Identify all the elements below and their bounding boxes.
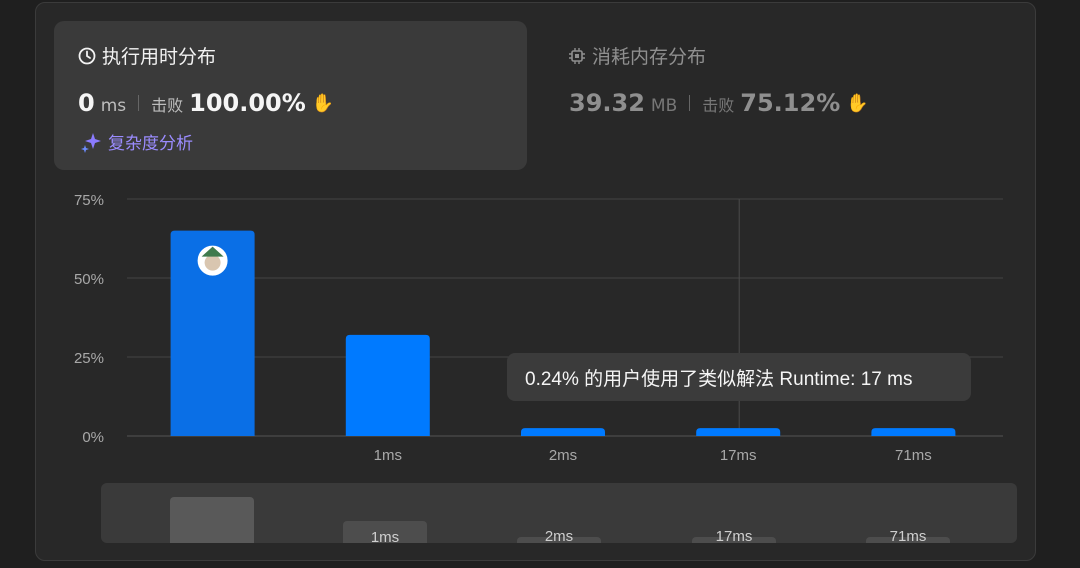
chart-bar <box>871 428 956 436</box>
x-tick-label: 1ms <box>374 447 402 464</box>
runtime-distribution-chart[interactable]: 75% 50% 25% 0% 1ms 2ms 17ms 71ms <box>0 0 1080 480</box>
navigator-label: 1ms <box>370 529 400 543</box>
x-tick-label: 2ms <box>549 447 577 464</box>
chart-tooltip: 0.24% 的用户使用了类似解法 Runtime: 17 ms <box>507 353 971 401</box>
x-tick-label: 71ms <box>895 447 932 464</box>
tooltip-text: 0.24% 的用户使用了类似解法 Runtime: 17 ms <box>525 368 913 390</box>
y-tick-label: 75% <box>74 192 104 209</box>
navigator-label: 71ms <box>889 528 927 543</box>
navigator-bar <box>170 497 254 543</box>
avatar-face <box>204 254 221 271</box>
y-tick-label: 50% <box>74 271 104 288</box>
y-tick-label: 25% <box>74 350 104 367</box>
chart-bar <box>521 428 605 436</box>
navigator-label: 17ms <box>715 528 753 543</box>
x-tick-label: 17ms <box>720 447 757 464</box>
chart-range-navigator[interactable]: 1ms 2ms 17ms 71ms <box>101 483 1017 543</box>
y-tick-label: 0% <box>82 429 104 446</box>
chart-bar <box>696 428 781 436</box>
chart-bar <box>345 334 430 436</box>
navigator-label: 2ms <box>544 528 574 543</box>
